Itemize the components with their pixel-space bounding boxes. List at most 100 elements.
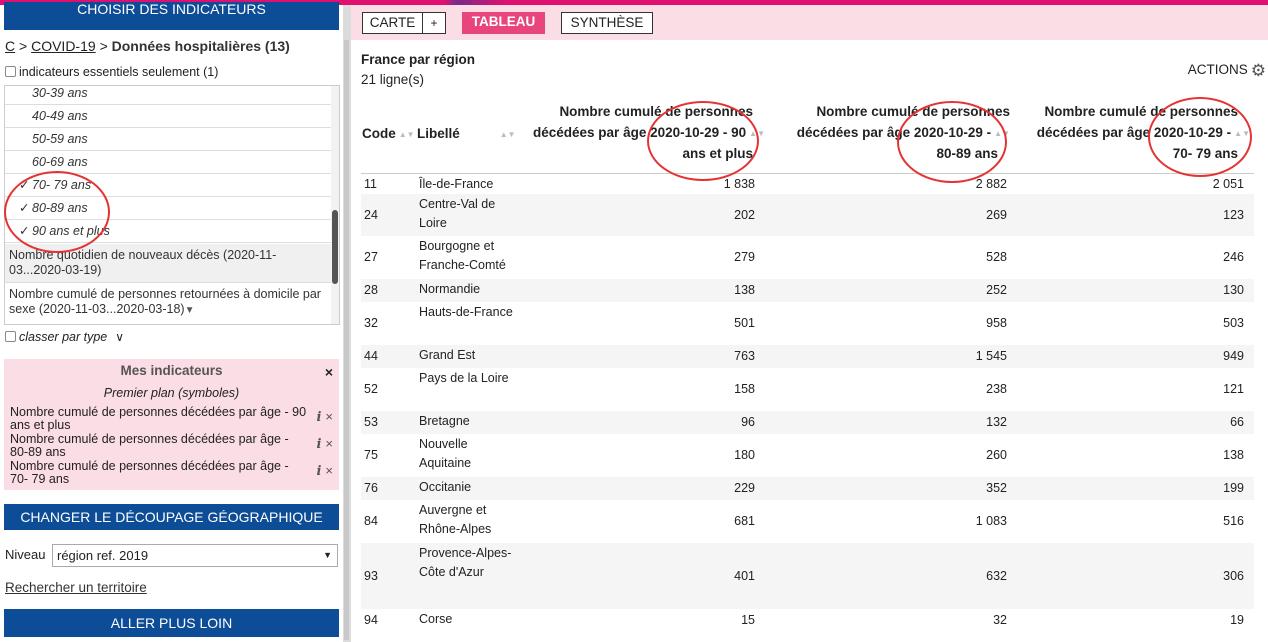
cell-label: Bourgogne et Franche-Comté — [419, 239, 506, 272]
classify-checkbox[interactable] — [5, 331, 16, 342]
table-row: 32 Hauts-de-France 501 958 503 — [361, 302, 1254, 345]
tab-table[interactable]: TABLEAU — [462, 12, 545, 34]
cell-label: Bretagne — [419, 414, 470, 428]
cell-code: 76 — [364, 481, 378, 495]
cell-deaths-80-89: 632 — [986, 568, 1007, 583]
breadcrumb-root-link[interactable]: C — [5, 38, 15, 54]
classify-by-type-option[interactable]: classer par type ∨ — [5, 330, 124, 344]
cell-code: 27 — [364, 250, 378, 264]
cell-deaths-90-plus: 229 — [734, 481, 755, 495]
column-header-line: Nombre cumulé de personnes — [816, 104, 1010, 119]
cell-deaths-80-89: 260 — [986, 448, 1007, 462]
cell-code: 11 — [364, 177, 377, 191]
indicator-group[interactable]: Nombre cumulé de personnes retournées à … — [5, 283, 331, 324]
info-icon[interactable]: i — [316, 437, 321, 452]
go-further-button[interactable]: ALLER PLUS LOIN — [4, 609, 339, 637]
column-header-deaths-80-89[interactable]: Nombre cumulé de personnes décédées par … — [765, 101, 1010, 179]
cell-deaths-80-89: 2 882 — [975, 177, 1007, 191]
table-row: 28 Normandie 138 252 130 — [361, 279, 1254, 302]
my-indicator-item: Nombre cumulé de personnes décédées par … — [10, 405, 307, 432]
list-scrollbar-thumb[interactable] — [332, 210, 338, 284]
tab-map[interactable]: CARTE — [362, 12, 423, 34]
cell-deaths-70-79: 246 — [1223, 250, 1244, 264]
cell-code: 93 — [364, 568, 378, 583]
panel-splitter-grip[interactable] — [344, 40, 349, 640]
column-header-deaths-90-plus[interactable]: Nombre cumulé de personnes décédées par … — [511, 101, 765, 179]
actions-menu[interactable]: ACTIONS ⚙ — [1188, 61, 1266, 81]
level-select[interactable]: région ref. 2019 ▼ — [52, 544, 338, 567]
column-header-line: décédées par âge 2020-10-29 - ▲▼ — [765, 122, 1010, 143]
sort-icon[interactable]: ▲▼ — [399, 130, 415, 138]
classify-label: classer par type — [19, 330, 108, 344]
essential-indicators-option[interactable]: indicateurs essentiels seulement (1) — [5, 65, 218, 79]
indicator-group[interactable]: Nombre quotidien de nouveaux décès (2020… — [5, 244, 331, 283]
table-row: 27 Bourgogne et Franche-Comté 279 528 246 — [361, 236, 1254, 279]
cell-code: 53 — [364, 415, 378, 429]
indicator-item[interactable]: 40-49 ans — [5, 105, 331, 128]
indicator-item[interactable]: 30-39 ans — [5, 86, 331, 105]
column-header-deaths-70-79[interactable]: Nombre cumulé de personnes décédées par … — [1010, 101, 1250, 179]
indicator-label: 50-59 ans — [32, 132, 88, 146]
column-header-line: ans et plus — [682, 146, 753, 161]
my-indicators-panel: Mes indicateurs × Premier plan (symboles… — [4, 359, 339, 490]
column-header-label: Code — [362, 126, 396, 141]
gear-icon[interactable]: ⚙ — [1251, 61, 1266, 80]
column-header-line: Nombre cumulé de personnes — [1044, 104, 1238, 119]
cell-deaths-90-plus: 279 — [734, 250, 755, 264]
sort-icon[interactable]: ▲▼ — [1234, 129, 1250, 137]
indicator-item-selected[interactable]: ✓ 80-89 ans — [5, 197, 331, 220]
choose-indicators-button[interactable]: CHOISIR DES INDICATEURS — [4, 2, 339, 30]
cell-code: 75 — [364, 448, 378, 462]
chevron-down-icon[interactable]: ∨ — [115, 330, 124, 344]
info-icon[interactable]: i — [316, 410, 321, 425]
cell-deaths-90-plus: 158 — [734, 382, 755, 396]
indicator-item-selected[interactable]: ✓ 90 ans et plus — [5, 220, 331, 243]
cell-deaths-70-79: 121 — [1223, 382, 1244, 396]
indicator-item-selected[interactable]: ✓ 70- 79 ans — [5, 174, 331, 197]
close-icon[interactable]: × — [325, 364, 333, 380]
indicator-label: 80-89 ans — [32, 201, 88, 215]
remove-icon[interactable]: × — [325, 409, 333, 424]
add-map-button[interactable]: + — [423, 12, 446, 34]
cell-deaths-70-79: 949 — [1223, 349, 1244, 363]
expand-arrow-icon[interactable]: ▼ — [185, 305, 195, 316]
cell-deaths-70-79: 503 — [1223, 316, 1244, 330]
cell-deaths-70-79: 2 051 — [1212, 177, 1244, 191]
cell-label: Pays de la Loire — [419, 371, 509, 385]
remove-icon[interactable]: × — [325, 436, 333, 451]
main-panel: CARTE + TABLEAU SYNTHÈSE France par régi… — [351, 5, 1268, 642]
table-row: 93 Provence-Alpes-Côte d'Azur 401 632 306 — [361, 543, 1254, 609]
search-territory-link[interactable]: Rechercher un territoire — [5, 580, 147, 595]
cell-deaths-70-79: 130 — [1223, 283, 1244, 297]
indicator-label: 40-49 ans — [32, 109, 88, 123]
column-header-line: 70- 79 ans — [1172, 146, 1238, 161]
header-divider — [361, 173, 1254, 174]
table-row: 76 Occitanie 229 352 199 — [361, 477, 1254, 500]
indicator-list[interactable]: 30-39 ans 40-49 ans 50-59 ans 60-69 ans … — [4, 85, 340, 325]
level-label: Niveau — [5, 547, 46, 562]
cell-deaths-70-79: 199 — [1223, 481, 1244, 495]
breadcrumb-covid-link[interactable]: COVID-19 — [31, 38, 96, 54]
indicator-item[interactable]: 60-69 ans — [5, 151, 331, 174]
table-row: 84 Auvergne et Rhône-Alpes 681 1 083 516 — [361, 500, 1254, 543]
list-scrollbar[interactable] — [331, 86, 339, 324]
check-icon: ✓ — [19, 201, 30, 215]
cell-code: 24 — [364, 207, 378, 222]
cell-label: Normandie — [419, 282, 481, 296]
breadcrumb-current: Données hospitalières (13) — [111, 38, 290, 54]
tab-synthesis[interactable]: SYNTHÈSE — [561, 12, 653, 34]
cell-deaths-80-89: 528 — [986, 250, 1007, 264]
cell-label: Grand Est — [419, 348, 476, 362]
change-geography-button[interactable]: CHANGER LE DÉCOUPAGE GÉOGRAPHIQUE — [4, 504, 339, 530]
sort-icon[interactable]: ▲▼ — [994, 129, 1010, 137]
table-row: 52 Pays de la Loire 158 238 121 — [361, 368, 1254, 411]
my-indicators-title: Mes indicateurs — [120, 363, 223, 378]
indicator-item[interactable]: 50-59 ans — [5, 128, 331, 151]
cell-label: Provence-Alpes-Côte d'Azur — [419, 546, 512, 579]
essential-indicators-checkbox[interactable] — [5, 66, 16, 77]
remove-icon[interactable]: × — [325, 463, 333, 478]
sort-icon[interactable]: ▲▼ — [749, 129, 765, 137]
cell-deaths-70-79: 123 — [1223, 207, 1244, 222]
cell-deaths-90-plus: 501 — [734, 316, 755, 330]
info-icon[interactable]: i — [316, 464, 321, 479]
